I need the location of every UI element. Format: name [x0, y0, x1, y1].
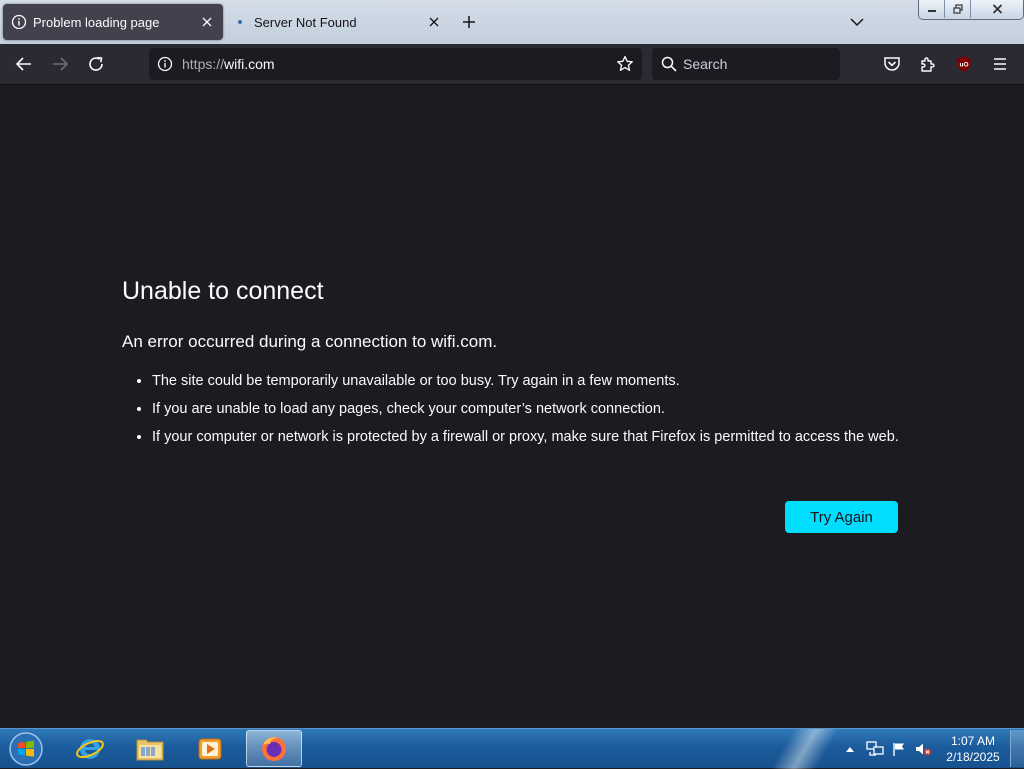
firefox-taskbar-button[interactable]: [246, 730, 302, 767]
suggestion-list: The site could be temporarily unavailabl…: [136, 371, 922, 455]
windows-taskbar: 1:07 AM 2/18/2025: [0, 728, 1024, 769]
close-window-button[interactable]: [971, 0, 1023, 18]
close-tab-icon[interactable]: [424, 12, 444, 32]
bookmark-star-icon[interactable]: [614, 53, 636, 75]
list-all-tabs-button[interactable]: [846, 11, 868, 33]
plus-icon: [463, 16, 475, 28]
tab-strip: Problem loading page Server Not Found: [0, 0, 1024, 44]
windows-logo-icon: [9, 732, 43, 766]
svg-text:uO: uO: [959, 62, 968, 69]
tab-label: Problem loading page: [33, 14, 160, 30]
search-icon: [660, 55, 678, 73]
reload-button[interactable]: [82, 50, 110, 78]
pocket-button[interactable]: [878, 50, 906, 78]
navigation-toolbar: https://wifi.com Search uO: [0, 44, 1024, 85]
tab-label: Server Not Found: [254, 14, 357, 30]
show-hidden-icons-button[interactable]: [842, 729, 858, 769]
back-button[interactable]: [10, 50, 38, 78]
list-item: If you are unable to load any pages, che…: [152, 399, 922, 419]
puzzle-piece-icon: [921, 57, 935, 72]
folder-icon: [136, 739, 164, 760]
pocket-icon: [884, 57, 900, 71]
list-item: The site could be temporarily unavailabl…: [152, 371, 922, 391]
flag-icon: [893, 743, 904, 756]
triangle-up-icon: [846, 747, 854, 752]
show-desktop-button[interactable]: [1010, 730, 1024, 767]
clock-time: 1:07 AM: [950, 734, 996, 748]
hamburger-menu-icon: [994, 58, 1006, 70]
network-icon: [866, 741, 884, 756]
app-menu-button[interactable]: [986, 50, 1014, 78]
url-host: wifi.com: [224, 56, 275, 72]
minimize-button[interactable]: [919, 0, 945, 18]
extensions-button[interactable]: [914, 50, 942, 78]
action-center-tray-icon[interactable]: [888, 729, 910, 769]
url-scheme: https://: [182, 56, 225, 72]
try-again-button[interactable]: Try Again: [785, 501, 898, 533]
media-player-taskbar-button[interactable]: [182, 730, 238, 767]
ublock-shield-icon: uO: [957, 56, 971, 72]
url-bar[interactable]: https://wifi.com: [149, 48, 642, 80]
error-description: An error occurred during a connection to…: [122, 332, 498, 351]
ublock-origin-button[interactable]: uO: [950, 50, 978, 78]
chevron-down-icon: [850, 18, 864, 27]
restore-button[interactable]: [945, 0, 971, 18]
media-player-icon: [198, 738, 222, 759]
tab-problem-loading-page[interactable]: Problem loading page: [3, 4, 223, 40]
error-page: Unable to connect An error occurred duri…: [0, 85, 1024, 728]
url-text[interactable]: https://wifi.com: [182, 56, 275, 72]
file-explorer-taskbar-button[interactable]: [122, 730, 178, 767]
internet-explorer-taskbar-button[interactable]: [62, 730, 118, 767]
tab-server-not-found[interactable]: Server Not Found: [224, 4, 450, 40]
list-item: If your computer or network is protected…: [152, 427, 922, 447]
loading-dot-icon: [232, 14, 248, 30]
close-icon: [992, 4, 1002, 14]
network-tray-icon[interactable]: [864, 729, 886, 769]
minimize-icon: [927, 10, 936, 12]
system-clock[interactable]: 1:07 AM 2/18/2025: [938, 733, 1008, 765]
reload-icon: [89, 56, 103, 71]
speaker-muted-icon: [916, 743, 931, 756]
search-placeholder: Search: [683, 56, 728, 72]
restore-icon: [952, 4, 963, 14]
new-tab-button[interactable]: [458, 11, 480, 33]
firefox-icon: [262, 736, 286, 761]
search-bar[interactable]: Search: [652, 48, 840, 80]
close-tab-icon[interactable]: [197, 12, 217, 32]
forward-button[interactable]: [46, 50, 74, 78]
window-controls: [918, 0, 1024, 20]
internet-explorer-icon: [76, 738, 104, 759]
site-info-icon[interactable]: [155, 54, 175, 74]
taskbar-glare: [760, 729, 850, 769]
arrow-left-icon: [15, 57, 31, 71]
start-button[interactable]: [6, 730, 46, 768]
page-title: Unable to connect: [122, 277, 324, 305]
info-icon: [11, 14, 27, 30]
volume-tray-icon[interactable]: [912, 729, 934, 769]
clock-date: 2/18/2025: [946, 750, 1000, 764]
arrow-right-icon: [53, 57, 69, 71]
